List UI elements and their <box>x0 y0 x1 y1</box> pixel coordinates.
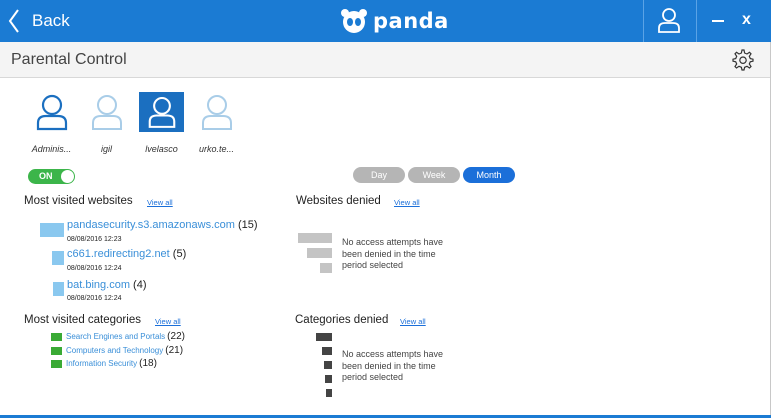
visit-bar <box>53 282 64 296</box>
visit-bar <box>52 251 64 265</box>
period-selector: Day Week Month <box>353 167 518 183</box>
avatar <box>194 92 239 132</box>
user-item[interactable]: Adminis... <box>24 92 79 154</box>
websites-denied-message: No access attempts have been denied in t… <box>342 237 444 270</box>
websites-view-all-link[interactable]: View all <box>147 198 173 207</box>
chevron-left-icon <box>8 9 19 33</box>
close-button[interactable]: x <box>742 11 751 29</box>
category-label[interactable]: Information Security <box>66 359 137 368</box>
period-day-button[interactable]: Day <box>353 167 405 183</box>
user-avatar-icon <box>91 95 122 130</box>
period-week-button[interactable]: Week <box>408 167 460 183</box>
category-count: (22) <box>167 331 185 342</box>
placeholder-bar <box>322 347 332 355</box>
title-bar: Back panda x <box>0 0 771 42</box>
brand-name: panda <box>373 9 449 33</box>
user-item[interactable]: igil <box>79 92 134 154</box>
placeholder-bar <box>298 233 332 243</box>
page-header: Parental Control <box>0 42 771 78</box>
user-name: urko.te... <box>198 144 234 154</box>
visit-date: 08/08/2016 12:23 <box>67 236 122 243</box>
category-count: (18) <box>139 358 157 369</box>
divider <box>696 0 697 42</box>
avatar <box>139 92 184 132</box>
user-name: igil <box>100 144 112 154</box>
back-button[interactable]: Back <box>8 6 70 36</box>
account-button[interactable] <box>643 6 695 36</box>
most-visited-categories-title: Most visited categories <box>24 314 141 326</box>
toggle-knob <box>61 170 74 183</box>
category-marker <box>51 346 62 355</box>
user-item[interactable]: urko.te... <box>189 92 244 154</box>
list-item: Computers and Technology (21) <box>51 345 183 356</box>
user-selector: Adminis... igil lvelasco urko.te... <box>24 92 244 154</box>
list-item: Search Engines and Portals (22) <box>51 331 185 342</box>
category-label[interactable]: Search Engines and Portals <box>66 332 165 341</box>
visit-date: 08/08/2016 12:24 <box>67 295 122 302</box>
placeholder-bar <box>320 263 332 273</box>
category-marker <box>51 359 62 368</box>
user-avatar-icon <box>36 94 67 131</box>
categories-view-all-link[interactable]: View all <box>155 317 181 326</box>
websites-denied-title: Websites denied <box>296 195 381 207</box>
visit-bar <box>40 223 64 237</box>
back-label: Back <box>32 11 70 30</box>
placeholder-bar <box>307 248 332 258</box>
site-url[interactable]: bat.bing.com (4) <box>67 279 147 291</box>
page-title: Parental Control <box>11 51 127 68</box>
placeholder-bar <box>316 333 332 341</box>
user-name: Adminis... <box>31 144 72 154</box>
avatar <box>29 92 74 132</box>
toggle-label: ON <box>39 171 53 181</box>
gear-icon <box>732 49 754 71</box>
categories-denied-title: Categories denied <box>295 314 389 326</box>
placeholder-bar <box>325 375 332 383</box>
parental-control-toggle[interactable]: ON <box>28 169 75 184</box>
category-label[interactable]: Computers and Technology <box>66 346 163 355</box>
user-icon <box>658 8 680 33</box>
site-url[interactable]: c661.redirecting2.net (5) <box>67 248 186 260</box>
panda-logo: panda <box>340 8 449 34</box>
placeholder-bar <box>326 389 332 397</box>
avatar <box>84 92 129 132</box>
denied-categories-view-all-link[interactable]: View all <box>400 317 426 326</box>
list-item: Information Security (18) <box>51 358 157 369</box>
period-month-button[interactable]: Month <box>463 167 515 183</box>
visit-date: 08/08/2016 12:24 <box>67 265 122 272</box>
categories-denied-message: No access attempts have been denied in t… <box>342 349 444 382</box>
denied-websites-view-all-link[interactable]: View all <box>394 198 420 207</box>
user-name: lvelasco <box>145 144 178 154</box>
category-count: (21) <box>165 345 184 356</box>
user-item-selected[interactable]: lvelasco <box>134 92 189 154</box>
site-url[interactable]: pandasecurity.s3.amazonaws.com (15) <box>67 219 258 231</box>
most-visited-websites-title: Most visited websites <box>24 195 133 207</box>
user-avatar-icon <box>148 96 175 128</box>
placeholder-bar <box>324 361 332 369</box>
user-avatar-icon <box>201 95 232 130</box>
minimize-button[interactable] <box>712 20 724 22</box>
panda-logo-icon <box>341 9 367 33</box>
category-marker <box>51 332 62 341</box>
settings-button[interactable] <box>730 48 754 77</box>
